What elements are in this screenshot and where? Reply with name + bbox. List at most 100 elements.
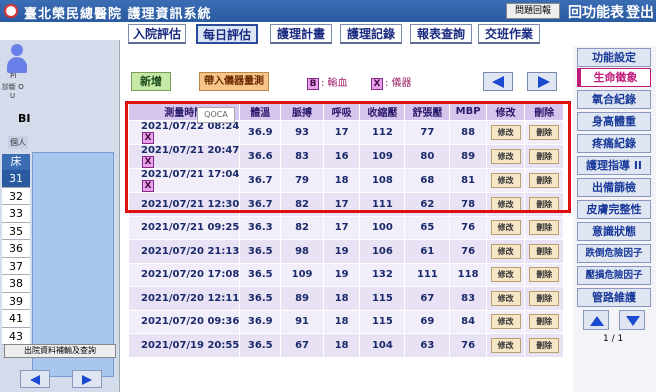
table-row[interactable]: 2021/07/21 17:04X 36.7 79 18 108 68 81 修改 刪除 xyxy=(127,168,564,193)
bed-item[interactable]: 31 xyxy=(2,170,30,188)
cell-dbp: 69 xyxy=(404,309,451,334)
edit-button[interactable]: 修改 xyxy=(490,149,521,164)
table-row[interactable]: 2021/07/20 09:36 36.9 91 18 115 69 84 修改 刪除 xyxy=(127,309,564,334)
table-row[interactable]: 2021/07/21 09:25 36.3 82 17 100 65 76 修改 刪除 xyxy=(127,215,564,240)
personal-label[interactable]: 個人 xyxy=(8,136,28,149)
bed-item[interactable]: 39 xyxy=(2,292,30,310)
cell-delete: 刪除 xyxy=(524,192,564,217)
prev-patient-button[interactable] xyxy=(20,370,50,388)
cell-pulse: 91 xyxy=(280,309,324,334)
bed-item[interactable]: 37 xyxy=(2,257,30,275)
bed-item[interactable]: 36 xyxy=(2,240,30,258)
menu-oxygen-record[interactable]: 氧合紀錄 xyxy=(577,90,651,109)
edit-button[interactable]: 修改 xyxy=(490,173,521,188)
bed-item[interactable]: 35 xyxy=(2,222,30,240)
edit-button[interactable]: 修改 xyxy=(490,125,521,140)
cell-mbp: 89 xyxy=(449,144,487,169)
bed-item[interactable]: 43 xyxy=(2,327,30,345)
cell-sbp: 132 xyxy=(359,262,406,287)
table-row[interactable]: 2021/07/20 21:13 36.5 98 19 106 61 76 修改 刪除 xyxy=(127,239,564,264)
cell-mbp: 78 xyxy=(449,192,487,217)
next-page-button[interactable] xyxy=(527,72,557,91)
cell-temp: 36.7 xyxy=(239,192,282,217)
cell-resp: 18 xyxy=(322,333,361,358)
cell-time: 2021/07/19 20:55 xyxy=(127,333,241,358)
cell-dbp: 67 xyxy=(404,286,451,311)
arrow-up-icon xyxy=(590,316,604,326)
delete-button[interactable]: 刪除 xyxy=(529,196,560,212)
menu-tube-maintenance[interactable]: 管路維護 xyxy=(577,288,651,307)
menu-height-weight[interactable]: 身高體重 xyxy=(577,112,651,131)
edit-button[interactable]: 修改 xyxy=(490,220,521,236)
cell-time: 2021/07/21 12:30 xyxy=(127,192,241,217)
cell-mbp: 76 xyxy=(449,215,487,240)
discharge-data-button[interactable]: 出院資料補輸及查詢 xyxy=(4,344,116,358)
tab-handover[interactable]: 交班作業 xyxy=(478,24,540,44)
cell-sbp: 109 xyxy=(359,144,406,169)
scroll-down-button[interactable] xyxy=(619,310,645,330)
menu-function-settings[interactable]: 功能設定 xyxy=(577,48,651,67)
tab-admission-assessment[interactable]: 入院評估 xyxy=(128,24,186,44)
table-row[interactable]: 2021/07/22 08:24X 36.9 93 17 112 77 88 修改 刪除 xyxy=(127,120,564,145)
problem-report-button[interactable]: 問題回報 xyxy=(506,3,560,19)
delete-button[interactable]: 刪除 xyxy=(529,125,560,140)
menu-pain-record[interactable]: 疼痛紀錄 xyxy=(577,134,651,153)
cell-temp: 36.5 xyxy=(239,286,282,311)
vital-signs-main: 新增 帶入儀器量測 B: 輸血 X: 儀器 測量時間 體溫 脈搏 呼吸 收縮壓 … xyxy=(121,46,571,392)
cell-temp: 36.9 xyxy=(239,309,282,334)
menu-discharge-screening[interactable]: 出備篩檢 xyxy=(577,178,651,197)
menu-nursing-guidance[interactable]: 護理指導 II xyxy=(577,156,651,175)
import-device-button[interactable]: 帶入儀器量測 xyxy=(199,72,269,91)
bed-item[interactable]: 38 xyxy=(2,275,30,293)
tab-nursing-plan[interactable]: 護理計畫 xyxy=(270,24,332,44)
edit-button[interactable]: 修改 xyxy=(490,243,521,259)
add-button[interactable]: 新增 xyxy=(131,72,171,91)
edit-button[interactable]: 修改 xyxy=(490,337,521,353)
legend-transfusion: B: 輸血 xyxy=(307,74,348,90)
prev-page-button[interactable] xyxy=(483,72,513,91)
table-row[interactable]: 2021/07/20 12:11 36.5 89 18 115 67 83 修改 刪除 xyxy=(127,286,564,311)
col-header-dbp: 舒張壓 xyxy=(404,101,451,121)
cell-pulse: 67 xyxy=(280,333,324,358)
menu-vital-signs[interactable]: 生命徵象 xyxy=(577,68,651,87)
delete-button[interactable]: 刪除 xyxy=(529,243,560,259)
edit-button[interactable]: 修改 xyxy=(490,290,521,306)
menu-fall-risk[interactable]: 跌倒危險因子 xyxy=(577,244,651,263)
delete-button[interactable]: 刪除 xyxy=(529,149,560,164)
cell-mbp: 88 xyxy=(449,120,487,145)
table-row[interactable]: 2021/07/20 17:08 36.5 109 19 132 111 118 修改 刪除 xyxy=(127,262,564,287)
device-tag: X xyxy=(142,180,154,192)
next-patient-button[interactable] xyxy=(72,370,102,388)
delete-button[interactable]: 刪除 xyxy=(529,337,560,353)
menu-pressure-risk[interactable]: 壓損危險因子 xyxy=(577,266,651,285)
table-row[interactable]: 2021/07/21 20:47X 36.6 83 16 109 80 89 修改 刪除 xyxy=(127,144,564,169)
menu-skin-integrity[interactable]: 皮膚完整性 xyxy=(577,200,651,219)
scroll-up-button[interactable] xyxy=(583,310,609,330)
tab-report-query[interactable]: 報表查詢 xyxy=(410,24,472,44)
logout-link[interactable]: 登出 xyxy=(626,2,654,22)
table-row[interactable]: 2021/07/19 20:55 36.5 67 18 104 63 76 修改 刪除 xyxy=(127,333,564,358)
arrow-right-icon xyxy=(538,76,550,88)
tab-nursing-record[interactable]: 護理記錄 xyxy=(340,24,402,44)
table-header-row: 測量時間 體溫 脈搏 呼吸 收縮壓 舒張壓 MBP 修改 刪除 xyxy=(127,101,564,121)
delete-button[interactable]: 刪除 xyxy=(529,220,560,236)
device-tag: X xyxy=(142,132,154,144)
cell-delete: 刪除 xyxy=(524,120,564,145)
hospital-logo-icon xyxy=(4,4,18,18)
delete-button[interactable]: 刪除 xyxy=(529,290,560,306)
delete-button[interactable]: 刪除 xyxy=(529,314,560,330)
edit-button[interactable]: 修改 xyxy=(490,196,521,212)
delete-button[interactable]: 刪除 xyxy=(529,173,560,188)
edit-button[interactable]: 修改 xyxy=(490,314,521,330)
edit-button[interactable]: 修改 xyxy=(490,267,521,283)
cell-time: 2021/07/21 09:25 xyxy=(127,215,241,240)
delete-button[interactable]: 刪除 xyxy=(529,267,560,283)
bed-item[interactable]: 41 xyxy=(2,310,30,328)
bed-item[interactable]: 33 xyxy=(2,205,30,223)
cell-resp: 18 xyxy=(322,168,361,193)
table-row[interactable]: 2021/07/21 12:30 36.7 82 17 111 62 78 修改 刪除 xyxy=(127,192,564,217)
bed-item[interactable]: 32 xyxy=(2,187,30,205)
menu-link[interactable]: 回功能表 xyxy=(568,2,624,22)
menu-consciousness[interactable]: 意識狀態 xyxy=(577,222,651,241)
tab-daily-assessment[interactable]: 每日評估 xyxy=(196,24,258,44)
